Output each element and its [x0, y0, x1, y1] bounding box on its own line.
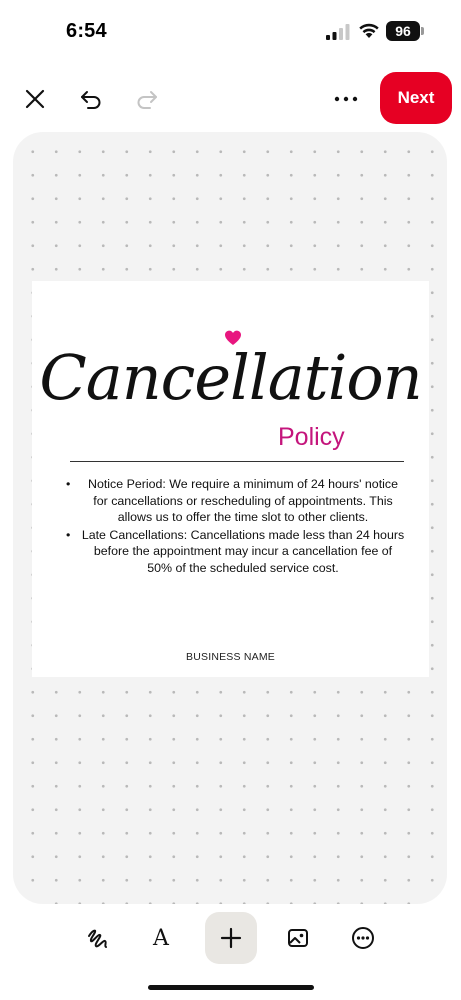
battery-level: 96: [395, 23, 411, 39]
design-card[interactable]: Cancellation Policy • Notice Period: We …: [32, 281, 429, 677]
business-name: BUSINESS NAME: [186, 651, 275, 663]
status-time: 6:54: [66, 20, 107, 42]
close-button[interactable]: [18, 82, 52, 116]
cellular-signal-icon: [326, 24, 350, 40]
close-icon: [25, 89, 45, 109]
more-tools-button[interactable]: [343, 912, 383, 964]
undo-button[interactable]: [74, 82, 108, 116]
redo-icon: [137, 91, 157, 109]
policy-item-text: Late Cancellations: Cancellations made l…: [81, 527, 405, 575]
home-indicator: [148, 985, 314, 990]
design-subtitle: Policy: [278, 423, 345, 451]
image-icon: [288, 929, 308, 947]
bottom-toolbar: A: [0, 912, 461, 968]
policy-item-notice: • Notice Period: We require a minimum of…: [66, 476, 406, 526]
undo-icon: [81, 91, 101, 109]
policy-item-text: Notice Period: We require a minimum of 2…: [88, 477, 398, 524]
status-bar: 6:54 96: [0, 0, 461, 64]
draw-icon: [88, 929, 107, 948]
design-divider: [70, 461, 404, 462]
redo-button[interactable]: [130, 82, 164, 116]
battery-indicator: 96: [386, 21, 420, 41]
more-options-button[interactable]: [328, 82, 364, 116]
draw-tool-button[interactable]: [78, 912, 118, 964]
wifi-icon: [359, 23, 379, 38]
more-horizontal-icon: [334, 96, 358, 102]
add-icon: [220, 927, 242, 949]
policy-item-late: • Late Cancellations: Cancellations made…: [66, 527, 406, 577]
text-tool-button[interactable]: A: [141, 912, 181, 964]
more-circle-icon: [352, 927, 374, 949]
policy-list: • Notice Period: We require a minimum of…: [66, 476, 406, 577]
bullet: •: [66, 527, 71, 542]
design-title: Cancellation: [39, 341, 422, 414]
text-icon: A: [153, 925, 169, 951]
add-element-button[interactable]: [205, 912, 257, 964]
battery-tip: [421, 27, 424, 35]
bullet: •: [66, 477, 71, 491]
next-button[interactable]: Next: [380, 72, 452, 124]
image-tool-button[interactable]: [278, 912, 318, 964]
